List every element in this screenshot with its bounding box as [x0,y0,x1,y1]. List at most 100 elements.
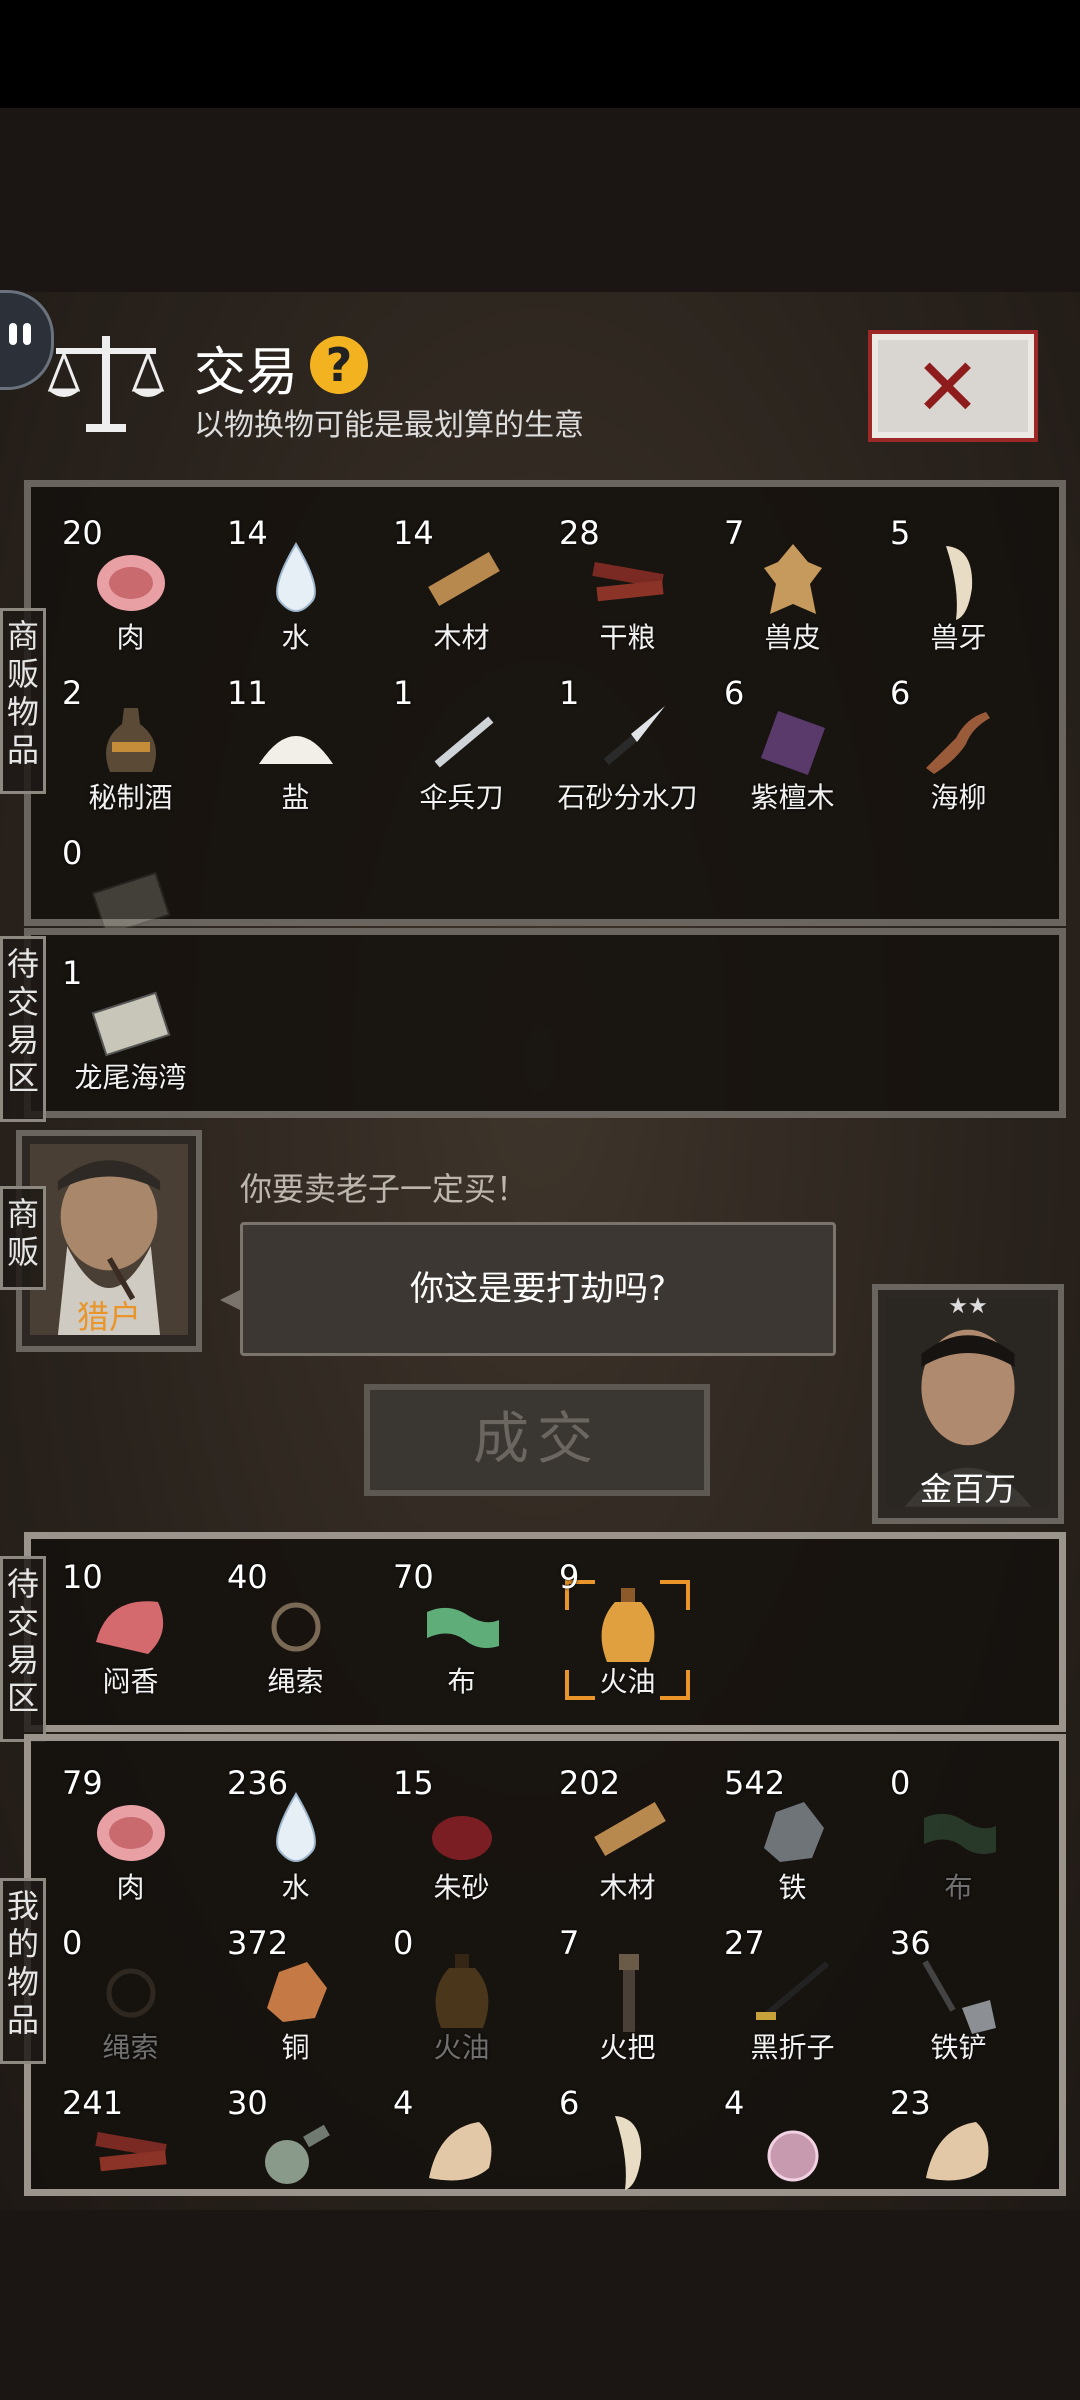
item-slot[interactable]: 6 [545,2084,710,2246]
item-name: 闷香 [102,1665,159,1698]
item-slot[interactable]: 6 海柳 [876,674,1041,836]
item-count: 9 [559,1558,580,1596]
item-name: 火油 [599,1665,656,1698]
empty-slot[interactable] [876,956,1041,1116]
item-slot[interactable]: 241 [48,2084,213,2246]
item-count: 15 [393,1764,434,1802]
slot-corner [399,976,417,994]
item-name: 木材 [433,621,490,654]
item-slot[interactable]: 4 [379,2084,544,2246]
item-count: 1 [62,954,83,992]
empty-slot[interactable] [710,956,875,1116]
item-slot[interactable]: 20 肉 [48,514,213,676]
item-slot[interactable]: 28 干粮 [545,514,710,676]
slot-corner [837,1682,855,1700]
slot-corner [837,1580,855,1598]
item-slot[interactable]: 0 火油 [379,1924,544,2086]
slot-corner [896,1682,914,1700]
my-items-label: 我的物品 [0,1878,46,2064]
empty-slot[interactable] [710,1560,875,1720]
slot-corner [896,1580,914,1598]
item-slot[interactable]: 14 木材 [379,514,544,676]
slot-corner [399,1078,417,1096]
slot-corner [672,1078,690,1096]
slot-corner [1003,1682,1021,1700]
item-slot[interactable]: 14 水 [213,514,378,676]
item-name: 肉 [116,621,145,654]
item-slot[interactable]: 0 绳索 [48,1924,213,2086]
item-count: 0 [62,834,83,872]
item-count: 0 [62,1924,83,1962]
item-slot[interactable]: 30 [213,2084,378,2246]
item-slot[interactable]: 236 水 [213,1764,378,1926]
oil-bottle-icon [419,1948,505,2034]
item-name: 火把 [599,2031,656,2064]
empty-slot[interactable] [213,956,378,1116]
empty-slot[interactable] [545,956,710,1116]
empty-slot[interactable] [876,1560,1041,1720]
item-slot[interactable]: 202 木材 [545,1764,710,1926]
item-slot[interactable]: 4 [710,2084,875,2246]
item-name: 铁铲 [930,2031,987,2064]
item-count: 36 [890,1924,931,1962]
item-slot[interactable]: 15 朱砂 [379,1764,544,1926]
item-slot[interactable]: 79 肉 [48,1764,213,1926]
item-name: 干粮 [599,621,656,654]
help-icon[interactable]: ? [310,336,368,394]
status-bar [0,0,1080,108]
fang-icon [585,2108,671,2194]
item-slot[interactable]: 36 铁铲 [876,1924,1041,2086]
slot-corner [506,976,524,994]
item-slot[interactable]: 7 火把 [545,1924,710,2086]
slot-corner [730,1682,748,1700]
item-slot[interactable]: 1 龙尾海湾 [48,954,213,1116]
slot-corner [837,1078,855,1096]
item-count: 0 [890,1764,911,1802]
claw-icon [419,2108,505,2194]
item-count: 7 [724,514,745,552]
item-slot[interactable]: 2 秘制酒 [48,674,213,836]
item-slot[interactable]: 10 闷香 [48,1558,213,1720]
item-name: 布 [944,1871,973,1904]
item-slot[interactable]: 5 兽牙 [876,514,1041,676]
vendor-pending-label: 待交易区 [0,936,46,1122]
item-slot[interactable]: 40 绳索 [213,1558,378,1720]
item-name: 水 [281,621,310,654]
map-icon [88,978,174,1064]
empty-slot[interactable] [379,956,544,1116]
item-slot[interactable]: 11 盐 [213,674,378,836]
cloth-icon [916,1788,1002,1874]
speech-bubble-text: 你这是要打劫吗? [409,1269,667,1309]
item-slot[interactable]: 27 黑折子 [710,1924,875,2086]
item-count: 20 [62,514,103,552]
pearl-icon [750,2108,836,2194]
item-count: 0 [393,1924,414,1962]
slot-corner [565,976,583,994]
item-name: 伞兵刀 [419,781,504,814]
item-slot[interactable]: 9 火油 [545,1558,710,1720]
item-slot[interactable]: 23 [876,2084,1041,2246]
slot-corner [565,1078,583,1096]
item-slot[interactable]: 6 紫檀木 [710,674,875,836]
item-name: 绳索 [102,2031,159,2064]
deal-button[interactable]: 成交 [364,1384,710,1496]
close-icon: ✕ [914,341,982,434]
item-slot[interactable]: 542 铁 [710,1764,875,1926]
bubble-tail [220,1290,240,1310]
item-name: 水 [281,1871,310,1904]
item-name: 铁 [778,1871,807,1904]
item-slot[interactable]: 70 布 [379,1558,544,1720]
item-count: 7 [559,1924,580,1962]
item-count: 6 [559,2084,580,2122]
close-button[interactable]: ✕ [868,330,1038,442]
item-count: 11 [227,674,268,712]
item-slot[interactable]: 1 伞兵刀 [379,674,544,836]
driftwood-icon [916,698,1002,784]
item-name: 绳索 [267,1665,324,1698]
item-slot[interactable]: 0布 [876,1764,1041,1926]
item-slot[interactable]: 1 石砂分水刀 [545,674,710,836]
item-slot[interactable]: 7 兽皮 [710,514,875,676]
scale-icon [47,336,165,432]
item-count: 241 [62,2084,124,2122]
item-slot[interactable]: 372 铜 [213,1924,378,2086]
